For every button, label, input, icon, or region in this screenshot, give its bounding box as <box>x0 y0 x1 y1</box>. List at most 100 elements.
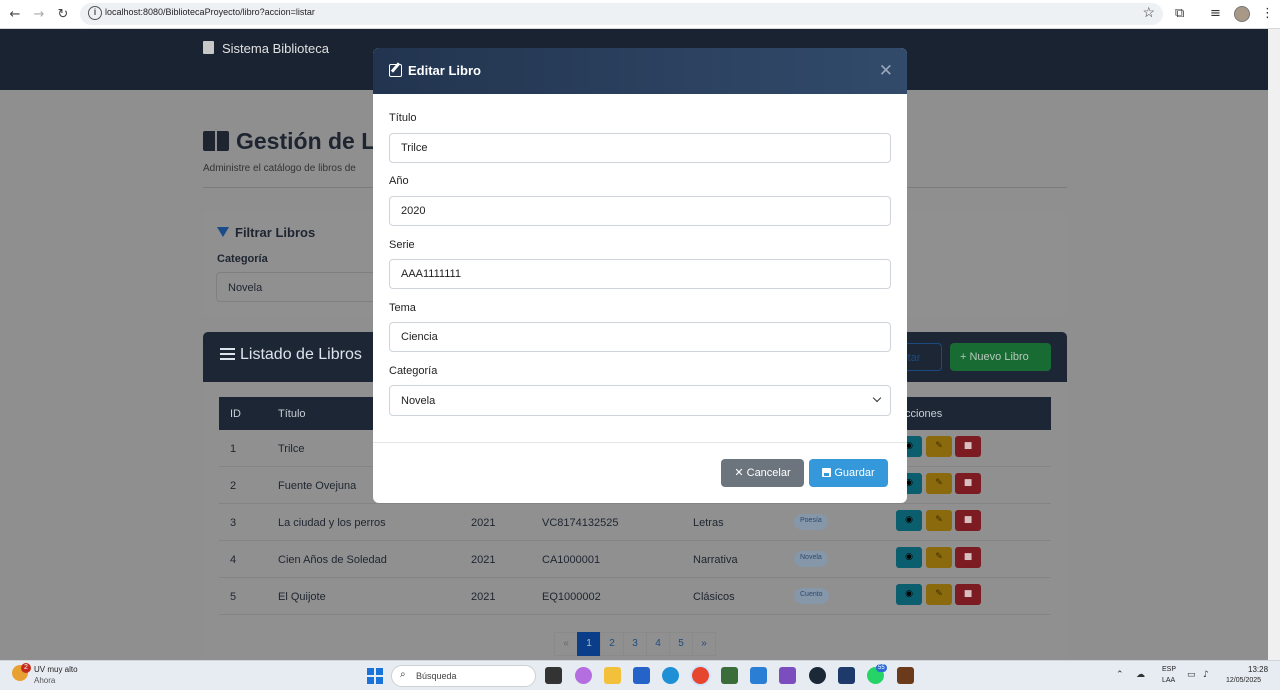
network-icon[interactable]: ▭ <box>1187 670 1196 680</box>
page-4[interactable]: 4 <box>646 632 670 656</box>
taskbar-search[interactable]: ⌕ Búsqueda <box>391 665 536 687</box>
store-icon[interactable] <box>633 667 650 684</box>
tema-field[interactable] <box>389 322 891 352</box>
close-icon[interactable]: ✕ <box>879 61 893 81</box>
page-2[interactable]: 2 <box>600 632 624 656</box>
extensions-icon[interactable]: ⧉ <box>1175 6 1184 21</box>
chevron-down-icon <box>872 393 882 403</box>
modal-header: Editar Libro ✕ <box>373 48 907 94</box>
vscode-icon[interactable] <box>750 667 767 684</box>
start-icon[interactable] <box>367 668 383 684</box>
modal-title: Editar Libro <box>389 63 481 78</box>
app-icon[interactable] <box>897 667 914 684</box>
cell-title: El Quijote <box>278 591 326 603</box>
category-badge: Poesía <box>794 514 828 530</box>
edge-icon[interactable] <box>662 667 679 684</box>
categoria-select[interactable]: Novela <box>389 385 891 416</box>
tema-label: Tema <box>389 302 416 314</box>
pagination: « 1 2 3 4 5 » <box>554 632 716 656</box>
page-subtitle: Administre el catálogo de libros de <box>203 163 356 174</box>
keyboard-layout[interactable]: LAA <box>1162 677 1175 684</box>
visual-studio-icon[interactable] <box>779 667 796 684</box>
view-button[interactable]: ◉ <box>896 584 922 605</box>
file-explorer-icon[interactable] <box>604 667 621 684</box>
page-prev[interactable]: « <box>554 632 578 656</box>
cell-id: 4 <box>230 554 237 566</box>
site-info-icon[interactable]: i <box>88 6 102 20</box>
anio-field[interactable] <box>389 196 891 226</box>
view-button[interactable]: ◉ <box>896 547 922 568</box>
search-placeholder: Búsqueda <box>416 671 457 681</box>
address-bar[interactable]: i localhost:8080/BibliotecaProyecto/libr… <box>80 3 1163 25</box>
bookmark-star-icon[interactable]: ☆ <box>1142 4 1155 21</box>
edit-button[interactable]: ✎ <box>926 436 952 457</box>
page-title: Gestión de Li <box>203 128 382 155</box>
titulo-field[interactable] <box>389 133 891 163</box>
chrome-icon[interactable] <box>692 667 709 684</box>
forward-icon[interactable]: → <box>30 6 48 24</box>
cell-title: Fuente Ovejuna <box>278 480 357 492</box>
cancel-button[interactable]: ✕ Cancelar <box>721 459 804 487</box>
whatsapp-badge: 55 <box>876 664 887 672</box>
cancel-label: Cancelar <box>746 467 791 479</box>
category-badge: Novela <box>794 551 828 567</box>
task-view-icon[interactable] <box>545 667 562 684</box>
delete-button[interactable]: ■ <box>955 584 981 605</box>
sql-icon[interactable] <box>838 667 855 684</box>
edit-button[interactable]: ✎ <box>926 510 952 531</box>
view-button[interactable]: ◉ <box>896 510 922 531</box>
media-icon[interactable]: ≡ <box>1210 6 1221 21</box>
modal-title-text: Editar Libro <box>408 63 481 78</box>
copilot-icon[interactable] <box>575 667 592 684</box>
category-filter-select[interactable]: Novela <box>216 272 376 302</box>
page-1[interactable]: 1 <box>577 632 601 656</box>
table-row: 4 Cien Años de Soledad 2021 CA1000001 Na… <box>219 541 1051 578</box>
save-button[interactable]: Guardar <box>809 459 888 487</box>
page-next[interactable]: » <box>692 632 716 656</box>
edit-button[interactable]: ✎ <box>926 547 952 568</box>
delete-button[interactable]: ■ <box>955 436 981 457</box>
close-icon: ✕ <box>734 467 747 479</box>
reload-icon[interactable]: ↻ <box>54 6 72 24</box>
page-3[interactable]: 3 <box>623 632 647 656</box>
cloud-icon[interactable]: ☁ <box>1136 670 1145 680</box>
delete-button[interactable]: ■ <box>955 547 981 568</box>
clock-date[interactable]: 12/05/2025 <box>1226 677 1261 684</box>
edit-button[interactable]: ✎ <box>926 473 952 494</box>
delete-button[interactable]: ■ <box>955 510 981 531</box>
tray-chevron-icon[interactable]: ⌃ <box>1116 670 1124 680</box>
brand[interactable]: Sistema Biblioteca <box>203 41 329 56</box>
steam-icon[interactable] <box>809 667 826 684</box>
page-scrollbar[interactable] <box>1268 29 1280 660</box>
back-icon[interactable]: ← <box>6 6 24 24</box>
minecraft-icon[interactable] <box>721 667 738 684</box>
filter-title: Filtrar Libros <box>217 225 315 240</box>
menu-icon[interactable]: ⋮ <box>1261 6 1274 21</box>
windows-taskbar: 2 UV muy alto Ahora ⌕ Búsqueda 55 ⌃ ☁ ES… <box>0 660 1280 690</box>
page-title-text: Gestión de Li <box>236 128 382 154</box>
categoria-label: Categoría <box>389 365 438 377</box>
cell-tema: Narrativa <box>693 554 738 566</box>
anio-label: Año <box>389 175 409 187</box>
browser-toolbar: ← → ↻ i localhost:8080/BibliotecaProyect… <box>0 0 1280 29</box>
profile-avatar[interactable] <box>1234 6 1250 22</box>
titulo-label: Título <box>389 112 417 124</box>
cell-tema: Letras <box>693 517 724 529</box>
cell-title: Cien Años de Soledad <box>278 554 387 566</box>
col-title: Título <box>278 408 306 420</box>
delete-button[interactable]: ■ <box>955 473 981 494</box>
serie-label: Serie <box>389 239 415 251</box>
language-code[interactable]: ESP <box>1162 666 1176 673</box>
filter-icon <box>217 227 229 237</box>
page-5[interactable]: 5 <box>669 632 693 656</box>
list-title-text: Listado de Libros <box>240 346 362 363</box>
clock-time[interactable]: 13:28 <box>1248 665 1268 674</box>
save-label: Guardar <box>834 467 875 479</box>
cell-year: 2021 <box>471 591 496 603</box>
new-book-button[interactable]: + Nuevo Libro <box>950 343 1051 371</box>
edit-button[interactable]: ✎ <box>926 584 952 605</box>
cell-id: 2 <box>230 480 237 492</box>
volume-icon[interactable]: ♪ <box>1203 670 1209 680</box>
serie-field[interactable] <box>389 259 891 289</box>
cell-serie: VC8174132525 <box>542 517 619 529</box>
